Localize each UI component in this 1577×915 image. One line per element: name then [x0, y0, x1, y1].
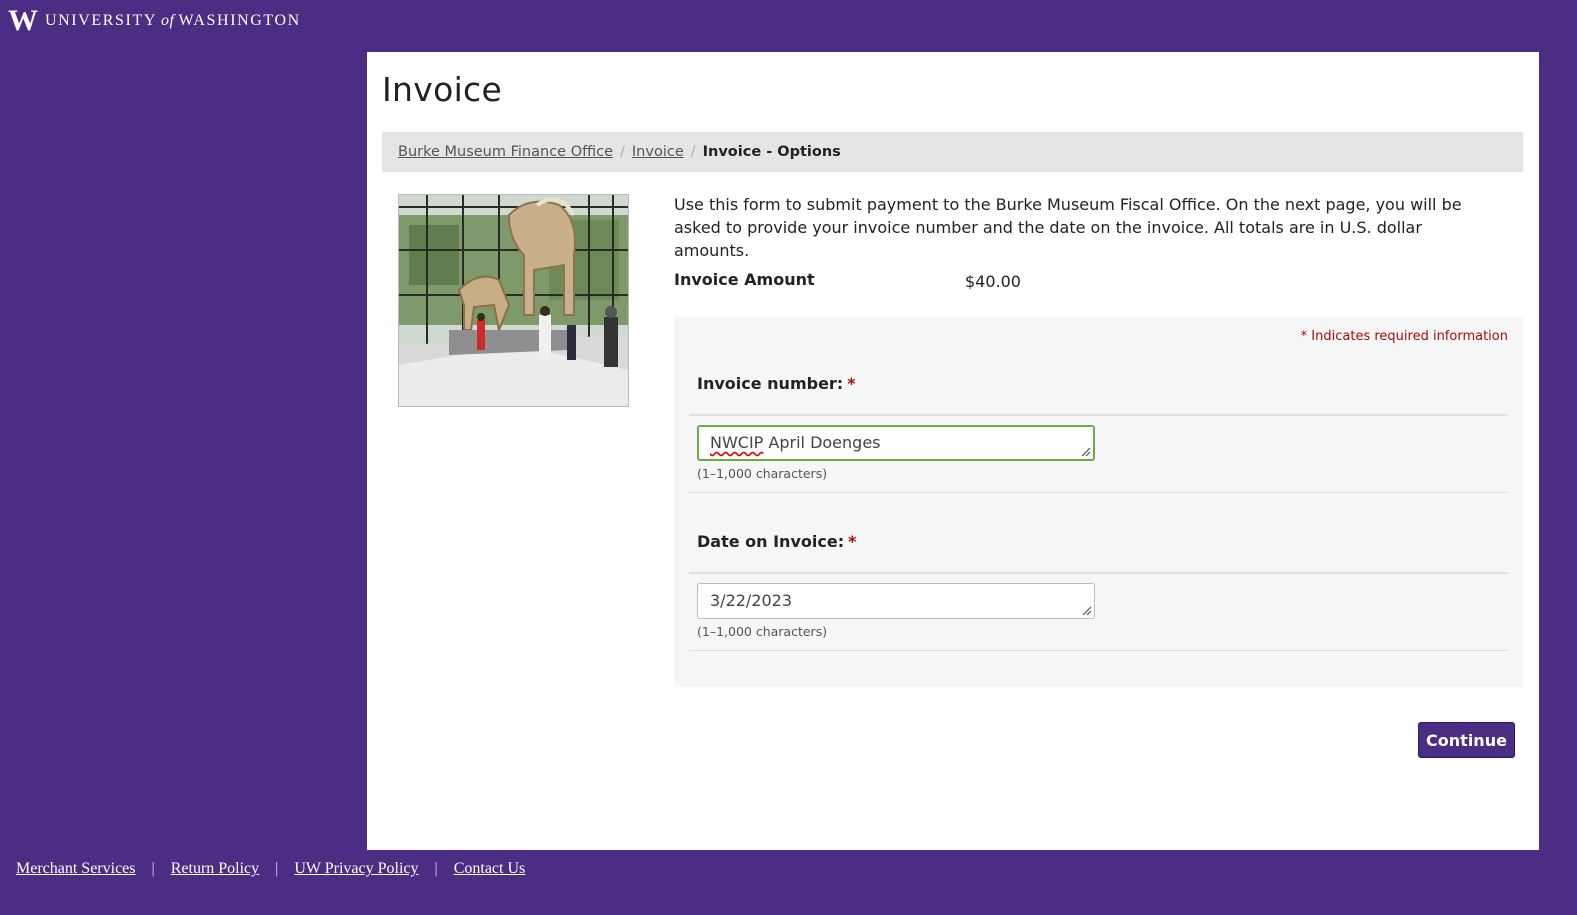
page-title: Invoice — [382, 70, 503, 109]
uw-w-logo-icon: W — [8, 4, 38, 37]
footer-separator: | — [275, 860, 279, 877]
invoice-number-label: Invoice number: * — [697, 374, 856, 393]
footer-separator: | — [434, 860, 438, 877]
invoice-date-label-text: Date on Invoice: — [697, 532, 845, 551]
site-footer: Merchant Services | Return Policy | UW P… — [16, 860, 525, 878]
invoice-number-value: April Doenges — [763, 433, 881, 452]
field-divider — [689, 492, 1508, 493]
invoice-date-label: Date on Invoice: * — [697, 532, 856, 551]
misspelled-word: NWCIP — [710, 433, 764, 452]
required-star: * — [847, 374, 856, 393]
invoice-number-helper: (1–1,000 characters) — [697, 466, 828, 481]
invoice-date-input[interactable]: 3/22/2023 — [697, 583, 1095, 619]
field-divider — [689, 650, 1508, 651]
invoice-amount-value: $40.00 — [965, 272, 1021, 291]
breadcrumb-separator: / — [620, 144, 625, 160]
breadcrumb-finance-office[interactable]: Burke Museum Finance Office — [398, 144, 613, 160]
footer-privacy-policy[interactable]: UW Privacy Policy — [294, 860, 418, 878]
footer-contact-us[interactable]: Contact Us — [454, 860, 526, 878]
required-star: * — [848, 532, 857, 551]
footer-separator: | — [151, 860, 155, 877]
breadcrumb: Burke Museum Finance Office / Invoice / … — [382, 132, 1523, 172]
resize-handle-icon[interactable] — [1080, 446, 1091, 457]
site-header: W UNIVERSITY of WASHINGTON — [0, 0, 1577, 46]
invoice-date-value: 3/22/2023 — [710, 591, 793, 610]
breadcrumb-separator: / — [690, 144, 696, 160]
invoice-number-input[interactable]: NWCIP April Doenges — [697, 425, 1095, 461]
breadcrumb-invoice[interactable]: Invoice — [632, 144, 684, 160]
resize-handle-icon[interactable] — [1081, 605, 1092, 616]
breadcrumb-current: Invoice - Options — [702, 144, 841, 160]
footer-merchant-services[interactable]: Merchant Services — [16, 860, 136, 878]
invoice-date-helper: (1–1,000 characters) — [697, 624, 828, 639]
field-divider — [689, 414, 1508, 416]
continue-button[interactable]: Continue — [1418, 722, 1515, 758]
footer-return-policy[interactable]: Return Policy — [171, 860, 259, 878]
wordmark-washington: WASHINGTON — [178, 12, 301, 29]
main-content: Invoice Burke Museum Finance Office / In… — [367, 52, 1539, 850]
museum-photo — [398, 194, 629, 407]
wordmark-of: of — [161, 12, 175, 29]
uw-wordmark: UNIVERSITY of WASHINGTON — [45, 8, 301, 34]
required-note: * Indicates required information — [1300, 329, 1508, 344]
field-divider — [689, 572, 1508, 574]
wordmark-university: UNIVERSITY — [45, 12, 157, 29]
invoice-amount-label: Invoice Amount — [674, 270, 815, 289]
intro-text: Use this form to submit payment to the B… — [674, 195, 1462, 260]
invoice-form: * Indicates required information Invoice… — [674, 317, 1523, 687]
uw-logo[interactable]: W UNIVERSITY of WASHINGTON — [8, 4, 301, 37]
invoice-number-label-text: Invoice number: — [697, 374, 844, 393]
